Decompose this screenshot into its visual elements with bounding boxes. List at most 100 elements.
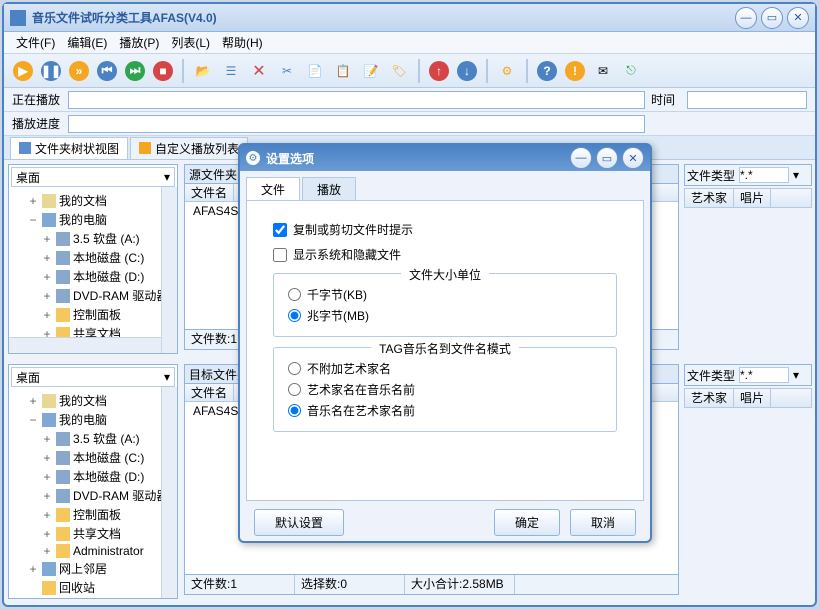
radio-mb[interactable] [288, 309, 301, 322]
minimize-button[interactable]: — [735, 7, 757, 29]
radio-kb[interactable] [288, 288, 301, 301]
col-artist[interactable]: 艺术家 [685, 189, 734, 207]
tree-item[interactable]: −我的电脑 [13, 410, 173, 429]
move-down-button[interactable]: ↓ [454, 58, 480, 84]
col-filename[interactable]: 文件名 [185, 384, 234, 401]
fwd-button[interactable]: » [66, 58, 92, 84]
stop-button[interactable]: ■ [150, 58, 176, 84]
radio-tag-artist-first[interactable] [288, 383, 301, 396]
delete-button[interactable]: ✕ [246, 58, 272, 84]
col-album[interactable]: 唱片 [734, 389, 771, 407]
close-button[interactable]: ✕ [787, 7, 809, 29]
drive-icon [56, 451, 70, 465]
menu-list[interactable]: 列表(L) [165, 34, 216, 51]
menu-play[interactable]: 播放(P) [113, 34, 165, 51]
filetype-input[interactable] [739, 167, 789, 183]
cut-button[interactable]: ✂ [274, 58, 300, 84]
exit-button[interactable]: ⎋ [618, 58, 644, 84]
tree-item[interactable]: +Administrator [13, 543, 173, 559]
ok-button[interactable]: 确定 [494, 509, 560, 536]
menu-edit[interactable]: 编辑(E) [61, 34, 113, 51]
move-up-button[interactable]: ↑ [426, 58, 452, 84]
tree-item[interactable]: +本地磁盘 (C:) [13, 248, 173, 267]
tree-item[interactable]: +控制面板 [13, 505, 173, 524]
tree-item[interactable]: +我的文档 [13, 191, 173, 210]
col-album[interactable]: 唱片 [734, 189, 771, 207]
dialog-maximize-button[interactable]: ▭ [596, 147, 618, 169]
dropdown-arrow[interactable]: ▾ [793, 168, 799, 182]
menu-help[interactable]: 帮助(H) [216, 34, 269, 51]
tree-item[interactable]: +网上邻居 [13, 559, 173, 578]
settings-button[interactable]: ⚙ [494, 58, 520, 84]
tree-item[interactable]: 回收站 [13, 578, 173, 597]
dialog-tab-file[interactable]: 文件 [246, 177, 300, 200]
radio-tag-none[interactable] [288, 362, 301, 375]
tree-item[interactable]: +共享文档 [13, 524, 173, 543]
props-button[interactable]: ☰ [218, 58, 244, 84]
recycle-icon [42, 581, 56, 595]
group-file-unit: 文件大小单位 千字节(KB) 兆字节(MB) [273, 273, 617, 337]
time-field [687, 91, 807, 109]
tree-item[interactable]: +我的文档 [13, 391, 173, 410]
col-artist[interactable]: 艺术家 [685, 389, 734, 407]
dest-tree[interactable]: 桌面▾ +我的文档 −我的电脑 +3.5 软盘 (A:) +本地磁盘 (C:) … [8, 364, 178, 599]
dialog-tab-play[interactable]: 播放 [302, 177, 356, 200]
menu-file[interactable]: 文件(F) [10, 34, 61, 51]
source-right-pane: 文件类型▾ 艺术家唱片 [684, 164, 812, 354]
dest-root-dropdown[interactable]: 桌面▾ [11, 367, 175, 387]
tree-item[interactable]: +本地磁盘 (D:) [13, 267, 173, 286]
tree-item[interactable]: +控制面板 [13, 305, 173, 324]
about-button[interactable]: ! [562, 58, 588, 84]
next-button[interactable]: ⏭ [122, 58, 148, 84]
open-button[interactable]: 📂 [190, 58, 216, 84]
tree-icon [19, 142, 31, 154]
tree-item[interactable]: +本地磁盘 (D:) [13, 467, 173, 486]
window-title: 音乐文件试听分类工具AFAS(V4.0) [32, 9, 735, 26]
network-icon [42, 562, 56, 576]
rename-button[interactable]: 📝 [358, 58, 384, 84]
source-tree[interactable]: 桌面▾ +我的文档 −我的电脑 +3.5 软盘 (A:) +本地磁盘 (C:) … [8, 164, 178, 354]
filetype-label: 文件类型 [687, 367, 735, 384]
tree-item[interactable]: +3.5 软盘 (A:) [13, 429, 173, 448]
tab-tree-view[interactable]: 文件夹树状视图 [10, 137, 128, 159]
dialog-minimize-button[interactable]: — [570, 147, 592, 169]
paste-button[interactable]: 📋 [330, 58, 356, 84]
progress-slider[interactable] [68, 115, 645, 133]
folder-icon [42, 394, 56, 408]
tree-item[interactable]: +DVD-RAM 驱动器 [13, 286, 173, 305]
scrollbar[interactable] [161, 187, 177, 353]
copy-button[interactable]: 📄 [302, 58, 328, 84]
help-button[interactable]: ? [534, 58, 560, 84]
dialog-close-button[interactable]: ✕ [622, 147, 644, 169]
drive-icon [56, 432, 70, 446]
tab-custom-list[interactable]: 自定义播放列表 [130, 137, 248, 159]
drive-icon [56, 270, 70, 284]
radio-tag-music-first[interactable] [288, 404, 301, 417]
radio-label: 音乐名在艺术家名前 [307, 402, 415, 419]
tree-item[interactable]: +本地磁盘 (C:) [13, 448, 173, 467]
maximize-button[interactable]: ▭ [761, 7, 783, 29]
source-root-dropdown[interactable]: 桌面▾ [11, 167, 175, 187]
mail-button[interactable]: ✉ [590, 58, 616, 84]
play-button[interactable]: ▶ [10, 58, 36, 84]
scrollbar[interactable] [9, 337, 161, 353]
radio-label: 兆字节(MB) [307, 307, 369, 324]
app-icon [10, 10, 26, 26]
cancel-button[interactable]: 取消 [570, 509, 636, 536]
tree-item[interactable]: +DVD-RAM 驱动器 [13, 486, 173, 505]
pause-button[interactable]: ❚❚ [38, 58, 64, 84]
default-button[interactable]: 默认设置 [254, 509, 344, 536]
tree-item[interactable]: +3.5 软盘 (A:) [13, 229, 173, 248]
dropdown-arrow[interactable]: ▾ [793, 368, 799, 382]
checkbox-show-hidden[interactable] [273, 248, 287, 262]
progress-row: 播放进度 [4, 112, 815, 136]
now-playing-field [68, 91, 645, 109]
drive-icon [56, 232, 70, 246]
tree-item[interactable]: −我的电脑 [13, 210, 173, 229]
filetype-input[interactable] [739, 367, 789, 383]
tag-button[interactable]: 🏷 [386, 58, 412, 84]
checkbox-prompt-on-copy[interactable] [273, 223, 287, 237]
prev-button[interactable]: ⏮ [94, 58, 120, 84]
scrollbar[interactable] [161, 387, 177, 598]
col-filename[interactable]: 文件名 [185, 184, 234, 201]
